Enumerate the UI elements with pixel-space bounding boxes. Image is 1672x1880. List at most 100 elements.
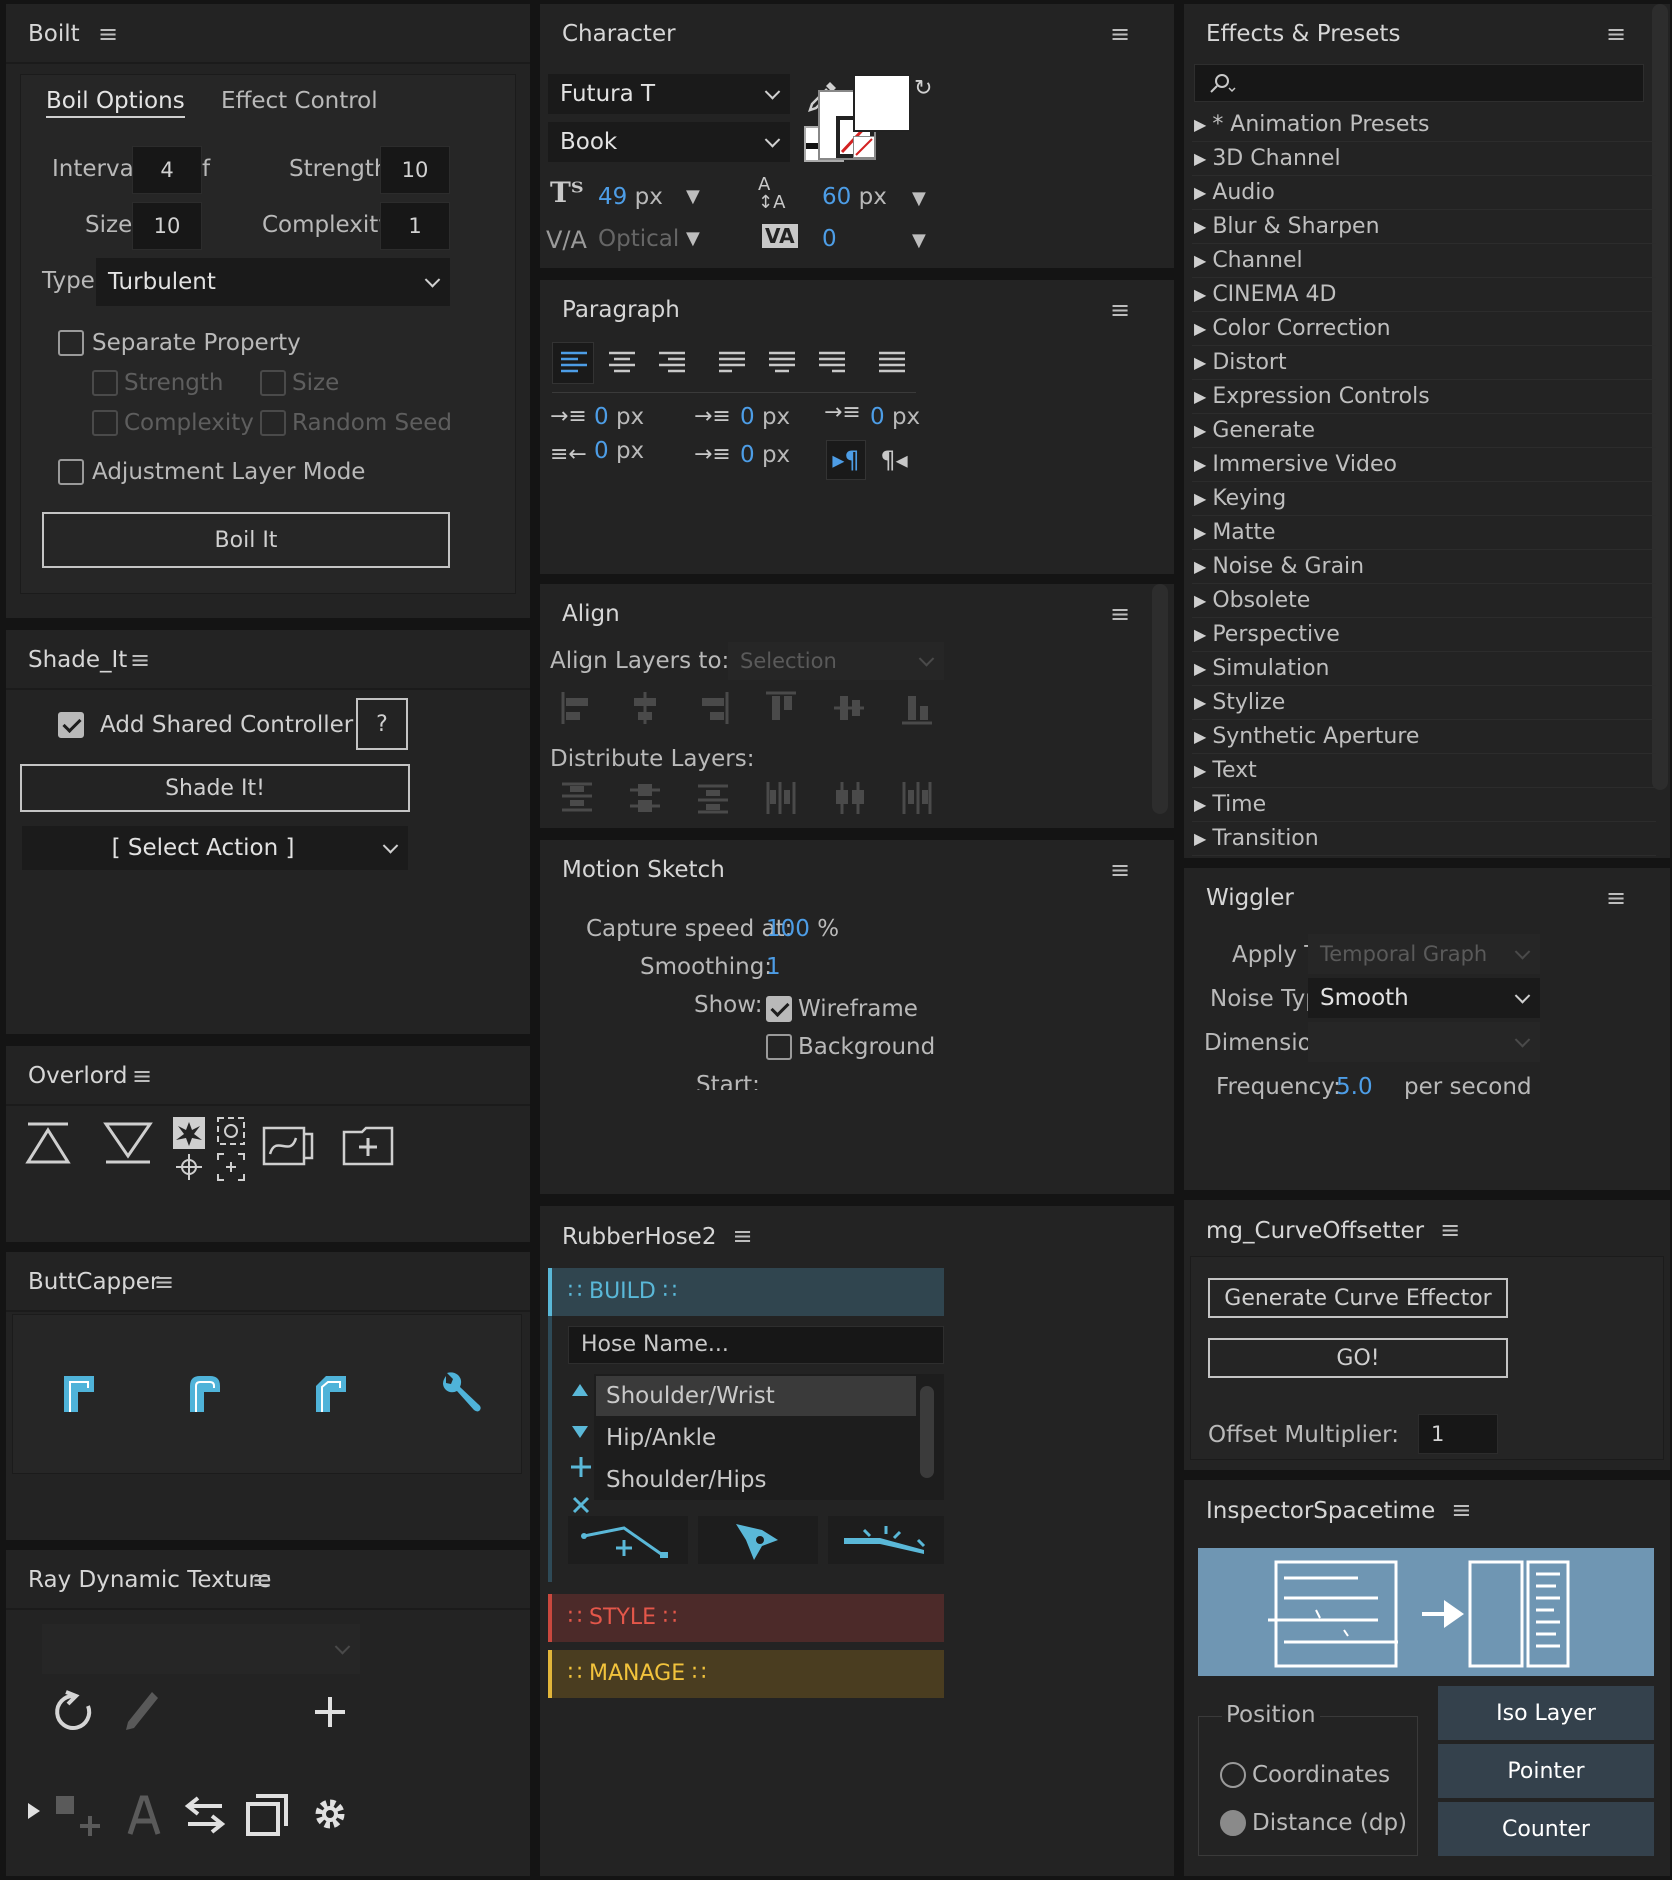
panel-menu-icon[interactable]: ≡ [1440,1216,1460,1244]
tab-boil-options[interactable]: Boil Options [46,88,185,118]
justify-left-icon[interactable] [718,350,746,376]
effect-category-item[interactable]: ▶ Obsolete [1194,584,1310,618]
align-right-icon[interactable] [658,350,686,376]
distribute-top-icon[interactable] [560,780,594,816]
generate-curve-effector-button[interactable]: Generate Curve Effector [1208,1278,1508,1318]
strength-checkbox[interactable] [92,370,118,396]
panel-menu-icon[interactable]: ≡ [1451,1496,1471,1524]
hose-name-input[interactable]: Hose Name... [568,1326,944,1364]
separate-property-checkbox[interactable] [58,330,84,356]
effect-category-item[interactable]: ▶ Synthetic Aperture [1194,720,1419,754]
move-up-icon[interactable] [570,1382,590,1398]
effect-category-item[interactable]: ▶ Transition [1194,822,1319,856]
butt-cap-icon[interactable] [60,1372,100,1414]
effect-category-item[interactable]: ▶ Audio [1194,176,1275,210]
panel-menu-icon[interactable]: ≡ [1110,856,1130,884]
push-up-icon[interactable] [24,1120,72,1166]
plus-icon[interactable] [312,1694,348,1730]
wireframe-checkbox[interactable] [766,996,792,1022]
kerning-dropdown-icon[interactable]: ▼ [686,228,700,249]
frequency-value[interactable]: 5.0 [1336,1074,1373,1100]
random-seed-checkbox[interactable] [260,410,286,436]
refresh-icon[interactable] [52,1690,96,1734]
font-size-dropdown-icon[interactable]: ▼ [686,186,700,207]
align-vertical-centers-icon[interactable] [832,690,866,726]
effect-category-item[interactable]: ▶ Color Correction [1194,312,1391,346]
effect-category-item[interactable]: ▶ * Animation Presets [1194,108,1430,142]
align-horizontal-centers-icon[interactable] [628,690,662,726]
distribute-left-icon[interactable] [764,780,798,816]
effect-category-item[interactable]: ▶ Expression Controls [1194,380,1430,414]
boil-it-button[interactable]: Boil It [42,512,450,568]
scrollbar[interactable] [1652,4,1668,790]
manage-section-header[interactable]: ∷ MANAGE ∷ [548,1650,944,1698]
move-down-icon[interactable] [570,1424,590,1440]
swap-icon[interactable] [182,1794,228,1836]
apply-to-dropdown[interactable]: Temporal Graph [1308,934,1540,974]
style-section-header[interactable]: ∷ STYLE ∷ [548,1594,944,1642]
panel-menu-icon[interactable]: ≡ [132,1062,152,1090]
smoothing-value[interactable]: 1 [766,954,781,980]
wrench-icon[interactable] [438,1370,484,1416]
build-section-header[interactable]: ∷ BUILD ∷ [548,1268,944,1316]
font-style-dropdown[interactable]: Book [548,122,790,162]
space-after-value[interactable]: 0 px [740,442,790,468]
distribute-right-icon[interactable] [900,780,934,816]
panel-menu-icon[interactable]: ≡ [1110,600,1130,628]
effect-category-item[interactable]: ▶ Noise & Grain [1194,550,1364,584]
leading-value[interactable]: 60 px [822,184,887,210]
no-fill-icon[interactable] [853,136,875,158]
align-right-edges-icon[interactable] [696,690,730,726]
leading-dropdown-icon[interactable]: ▼ [912,188,926,209]
align-left-edges-icon[interactable] [560,690,594,726]
font-family-dropdown[interactable]: Futura T [548,74,790,114]
help-button[interactable]: ? [356,698,408,750]
effect-category-item[interactable]: ▶ Perspective [1194,618,1340,652]
effect-category-item[interactable]: ▶ Time [1194,788,1266,822]
panel-menu-icon[interactable]: ≡ [154,1268,174,1296]
add-shared-controller-checkbox[interactable] [58,712,84,738]
scrollbar[interactable] [1152,584,1168,814]
expand-icon[interactable] [216,1152,246,1182]
tracking-dropdown-icon[interactable]: ▼ [912,230,926,251]
text-tool-icon[interactable] [124,1794,164,1836]
ltr-button[interactable]: ▸¶ [826,440,866,480]
panel-menu-icon[interactable]: ≡ [1110,20,1130,48]
go-button[interactable]: GO! [1208,1338,1508,1378]
texture-dropdown[interactable] [42,1624,360,1674]
target-icon[interactable] [216,1116,246,1146]
justify-center-icon[interactable] [768,350,796,376]
fill-color-swatch[interactable] [853,74,911,132]
effect-category-item[interactable]: ▶ CINEMA 4D [1194,278,1336,312]
panel-menu-icon[interactable]: ≡ [252,1566,272,1594]
align-to-dropdown[interactable]: Selection [728,642,944,680]
effect-category-item[interactable]: ▶ Simulation [1194,652,1330,686]
push-down-icon[interactable] [102,1120,154,1166]
kerning-value[interactable]: Optical [598,226,679,252]
add-hose-icon[interactable] [570,1456,592,1478]
add-layer-icon[interactable] [342,1126,394,1166]
size-checkbox[interactable] [260,370,286,396]
adjustment-layer-checkbox[interactable] [58,459,84,485]
type-dropdown[interactable]: Turbulent [96,258,450,306]
tracking-value[interactable]: 0 [822,226,837,252]
path-shape-icon[interactable] [262,1124,314,1168]
complexity-checkbox[interactable] [92,410,118,436]
effect-category-item[interactable]: ▶ Keying [1194,482,1286,516]
swap-colors-icon[interactable]: ↻ [914,76,932,101]
panel-menu-icon[interactable]: ≡ [1606,884,1626,912]
indent-left-value[interactable]: 0 px [594,404,644,430]
offset-multiplier-input[interactable]: 1 [1418,1414,1498,1454]
effect-category-item[interactable]: ▶ Channel [1194,244,1303,278]
effect-category-item[interactable]: ▶ Blur & Sharpen [1194,210,1380,244]
panel-menu-icon[interactable]: ≡ [1606,20,1626,48]
iso-layer-button[interactable]: Iso Layer [1438,1686,1654,1740]
effect-category-item[interactable]: ▶ Text [1194,754,1257,788]
dimensions-dropdown[interactable] [1308,1022,1540,1062]
effect-category-item[interactable]: ▶ Generate [1194,414,1315,448]
space-before-value[interactable]: 0 px [740,404,790,430]
distribute-vcenter-icon[interactable] [628,780,662,816]
delete-hose-icon[interactable] [572,1496,590,1514]
panel-menu-icon[interactable]: ≡ [732,1222,752,1250]
background-checkbox[interactable] [766,1034,792,1060]
